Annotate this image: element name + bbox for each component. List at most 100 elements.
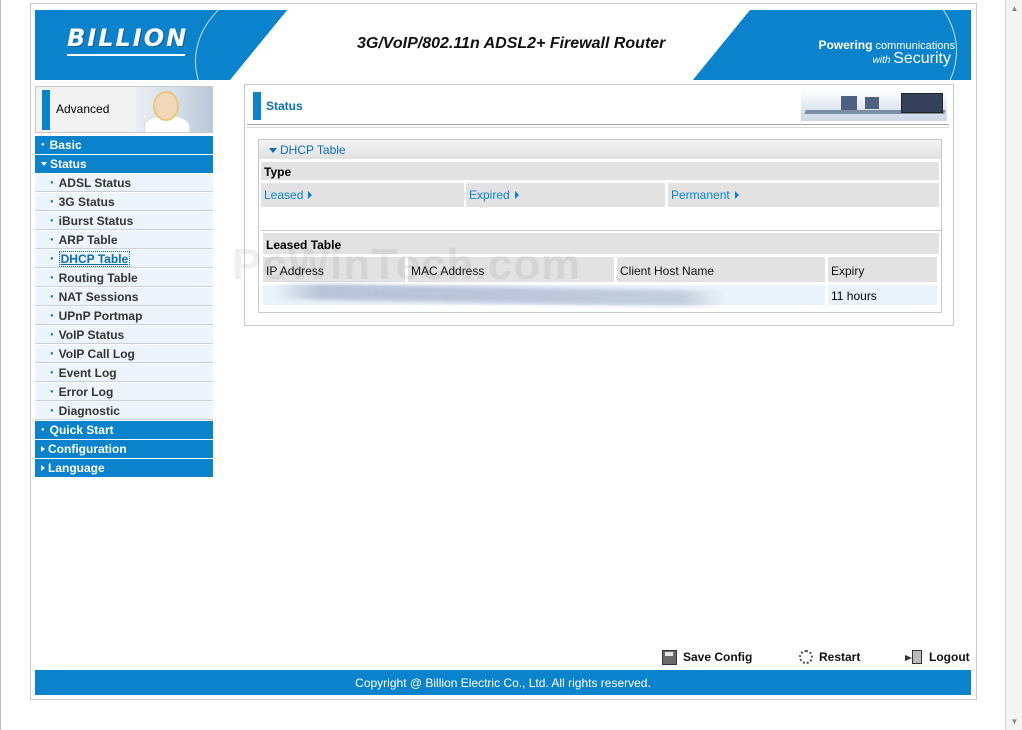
office-monitor-shape: [901, 93, 943, 113]
sidebar-item-label: Status: [50, 157, 87, 171]
bullet-icon: ●: [50, 350, 54, 357]
page-title: Status: [266, 99, 303, 113]
collapse-arrow-icon: [269, 148, 277, 153]
save-config-button[interactable]: Save Config: [662, 648, 752, 666]
sidebar-nav: ● Basic Status ● ADSL Status ● 3G Status ● i…: [35, 136, 213, 478]
bullet-icon: ●: [50, 274, 54, 281]
table-cell-expiry: 11 hours: [828, 285, 937, 305]
dhcp-table-header[interactable]: DHCP Table: [259, 140, 941, 159]
arrow-right-icon: [734, 191, 739, 199]
bullet-icon: ●: [50, 217, 54, 224]
expand-arrow-down-icon: [41, 162, 47, 166]
arrow-right-icon: [514, 191, 519, 199]
scroll-down-arrow-icon[interactable]: ▼: [1006, 713, 1022, 730]
office-monitor-shape: [865, 97, 879, 109]
office-monitor-shape: [841, 96, 857, 110]
sidebar-item-basic[interactable]: ● Basic: [35, 136, 213, 154]
type-cell-permanent: Permanent: [668, 183, 939, 207]
bullet-icon: ●: [50, 179, 54, 186]
bullet-icon: ●: [50, 255, 54, 262]
arrow-right-icon: [308, 191, 313, 199]
sidebar-item-voip-status[interactable]: ● VoIP Status: [35, 326, 213, 344]
bullet-icon: ●: [50, 293, 54, 300]
type-label: Type: [264, 165, 292, 179]
sidebar-item-label: Configuration: [48, 442, 127, 456]
copyright-text: Copyright @ Billion Electric Co., Ltd. A…: [355, 675, 651, 690]
advanced-mode-banner: Advanced: [35, 86, 213, 133]
bullet-icon: ●: [41, 142, 45, 148]
sidebar-item-voip-call-log[interactable]: ● VoIP Call Log: [35, 345, 213, 363]
sidebar-item-label: 3G Status: [58, 194, 115, 209]
sidebar-item-configuration[interactable]: Configuration: [35, 440, 213, 458]
permanent-link[interactable]: Permanent: [671, 188, 739, 202]
sidebar-item-label: Diagnostic: [58, 403, 120, 418]
logout-door-icon: [905, 650, 923, 664]
sidebar-item-adsl-status[interactable]: ● ADSL Status: [35, 174, 213, 192]
bullet-icon: ●: [50, 312, 54, 319]
sidebar-item-label: Language: [48, 461, 105, 475]
sidebar-item-label: VoIP Status: [58, 327, 125, 342]
dhcp-table-title[interactable]: DHCP Table: [269, 143, 346, 157]
sidebar-item-event-log[interactable]: ● Event Log: [35, 364, 213, 382]
header-banner: BILLION 3G/VoIP/802.11n ADSL2+ Firewall …: [35, 10, 971, 80]
vertical-scrollbar[interactable]: ▲ ▼: [1005, 0, 1022, 730]
router-title: 3G/VoIP/802.11n ADSL2+ Firewall Router: [357, 35, 666, 52]
tagline-security: with Security: [872, 50, 951, 67]
office-banner-image: [801, 90, 947, 121]
sidebar-item-3g-status[interactable]: ● 3G Status: [35, 193, 213, 211]
bullet-icon: ●: [50, 388, 54, 395]
sidebar-item-error-log[interactable]: ● Error Log: [35, 383, 213, 401]
sidebar-item-quick-start[interactable]: ● Quick Start: [35, 421, 213, 439]
sidebar-item-status[interactable]: Status: [35, 155, 213, 173]
expand-arrow-right-icon: [41, 465, 45, 471]
window-left-border: [0, 0, 1, 730]
logout-button[interactable]: Logout: [905, 648, 970, 666]
type-row: Type: [261, 162, 939, 180]
logo-underline: [67, 54, 185, 56]
bullet-icon: ●: [50, 331, 54, 338]
sidebar-item-label: VoIP Call Log: [58, 346, 135, 361]
leased-link[interactable]: Leased: [264, 188, 313, 202]
footer-bar: Copyright @ Billion Electric Co., Ltd. A…: [35, 670, 971, 695]
sidebar-item-label: iBurst Status: [58, 213, 134, 228]
bullet-icon: ●: [50, 407, 54, 414]
bullet-icon: ●: [50, 369, 54, 376]
column-header-expiry: Expiry: [828, 257, 937, 282]
floppy-disk-icon: [662, 649, 677, 665]
sidebar-item-diagnostic[interactable]: ● Diagnostic: [35, 402, 213, 420]
sidebar-item-label: NAT Sessions: [58, 289, 139, 304]
sidebar-item-label: Quick Start: [49, 423, 114, 437]
sidebar-item-language[interactable]: Language: [35, 459, 213, 477]
bullet-icon: ●: [41, 427, 45, 433]
sidebar-item-iburst-status[interactable]: ● iBurst Status: [35, 212, 213, 230]
sidebar-item-label: Routing Table: [58, 270, 138, 285]
sidebar-item-label: ADSL Status: [58, 175, 132, 190]
bullet-icon: ●: [50, 236, 54, 243]
advanced-label: Advanced: [56, 102, 110, 116]
sidebar-item-routing-table[interactable]: ● Routing Table: [35, 269, 213, 287]
sidebar-item-label: ARP Table: [58, 232, 118, 247]
divider: [247, 124, 949, 125]
restart-icon: [799, 650, 813, 664]
scroll-up-arrow-icon[interactable]: ▲: [1006, 0, 1022, 17]
sidebar-item-label: Error Log: [58, 384, 114, 399]
watermark: PcWinTech.com: [232, 240, 582, 289]
sidebar-item-nat-sessions[interactable]: ● NAT Sessions: [35, 288, 213, 306]
support-agent-photo-head: [153, 91, 179, 121]
type-cell-leased: Leased: [261, 183, 464, 207]
sidebar-item-label: UPnP Portmap: [58, 308, 143, 323]
column-header-client-host-name: Client Host Name: [617, 257, 825, 282]
sidebar-item-label: Event Log: [58, 365, 117, 380]
accent-bar: [42, 90, 50, 130]
sidebar-item-upnp-portmap[interactable]: ● UPnP Portmap: [35, 307, 213, 325]
sidebar-item-label: Basic: [49, 138, 82, 152]
bullet-icon: ●: [50, 198, 54, 205]
type-cell-expired: Expired: [466, 183, 665, 207]
restart-button[interactable]: Restart: [799, 648, 860, 666]
accent-bar: [253, 92, 261, 120]
billion-logo: BILLION: [67, 24, 189, 52]
expired-link[interactable]: Expired: [469, 188, 519, 202]
sidebar-item-label: DHCP Table: [58, 250, 131, 267]
sidebar-item-arp-table[interactable]: ● ARP Table: [35, 231, 213, 249]
sidebar-item-dhcp-table[interactable]: ● DHCP Table: [35, 250, 213, 268]
